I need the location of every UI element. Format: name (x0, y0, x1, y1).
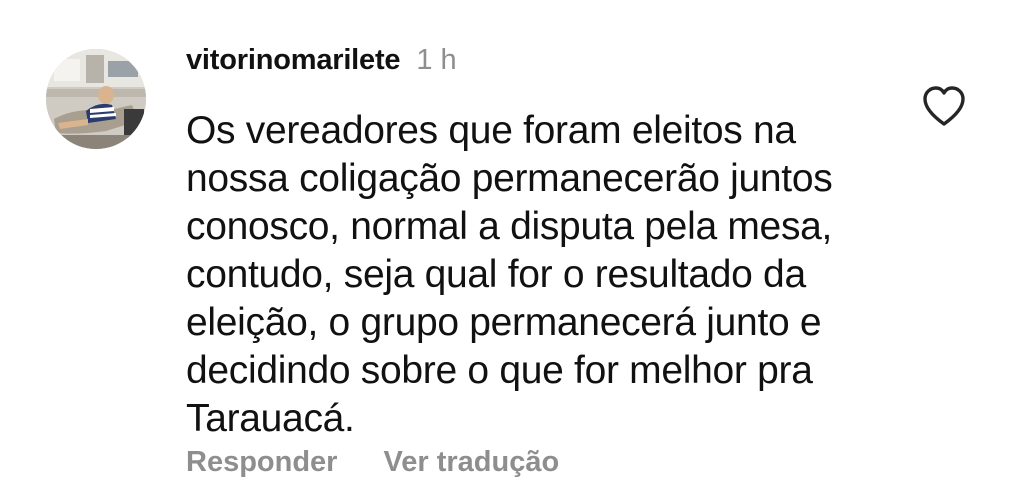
heart-outline-icon (923, 86, 965, 126)
comment-text-line: nossa coligação permanecerão juntos (186, 157, 833, 200)
see-translation-button[interactable]: Ver tradução (383, 446, 559, 479)
comment-text: Os vereadores que foram eleitos na nossa… (186, 107, 896, 443)
reply-button[interactable]: Responder (186, 446, 337, 479)
username-link[interactable]: vitorinomarilete (186, 44, 401, 77)
comment-text-line: Os vereadores que foram eleitos na (186, 109, 796, 152)
like-button[interactable] (920, 84, 968, 128)
comment-timestamp: 1 h (416, 44, 457, 76)
comment-text-line: conosco, normal a disputa pela mesa, (186, 205, 833, 248)
avatar[interactable] (46, 49, 146, 149)
comment-text-line: decidindo sobre o que for melhor pra (186, 349, 813, 392)
comment-header: vitorinomarilete 1 h (186, 44, 457, 88)
avatar-photo (46, 49, 146, 149)
comment-text-line: contudo, seja qual for o resultado da (186, 253, 806, 296)
comment-item: vitorinomarilete 1 h Os vereadores que f… (0, 0, 1024, 492)
comment-actions: Responder Ver tradução (186, 446, 605, 479)
comment-text-line: eleição, o grupo permanecerá junto e (186, 301, 822, 344)
comment-text-line: Tarauacá. (186, 397, 355, 440)
